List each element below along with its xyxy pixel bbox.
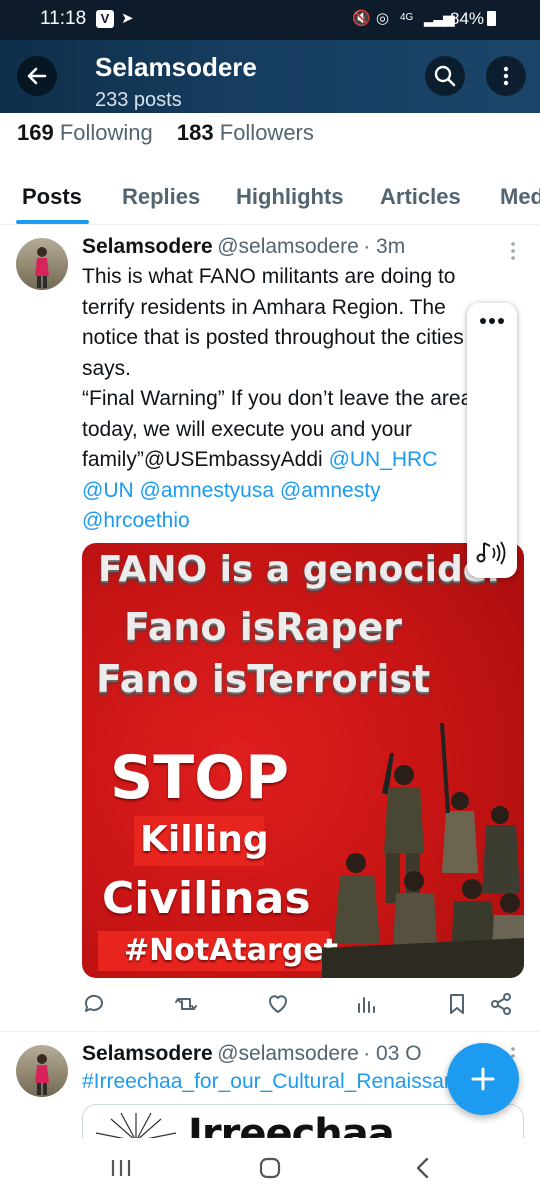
plus-icon: [471, 1067, 495, 1091]
followers-count: 183: [176, 120, 214, 145]
preview-title: Irreechaa: [188, 1111, 395, 1141]
repost-icon: [175, 998, 197, 1010]
follow-counts: 169 Following 183 Followers: [17, 120, 314, 146]
views-icon: [358, 997, 375, 1013]
mention-link[interactable]: @hrcoethio: [82, 509, 190, 532]
search-icon: [434, 65, 456, 87]
more-vertical-icon: [511, 242, 515, 260]
battery-icon: [487, 11, 496, 26]
post-text-line: terrify residents in Amhara Region. The: [82, 295, 446, 319]
mention-link[interactable]: @amnestyusa: [140, 479, 275, 502]
post-text-line: says.: [82, 356, 132, 380]
vpn-icon: V: [96, 10, 114, 28]
recent-apps-icon[interactable]: [110, 1158, 132, 1178]
tab-posts[interactable]: Posts: [22, 184, 82, 210]
views-button[interactable]: [352, 990, 380, 1018]
avatar[interactable]: [16, 1045, 68, 1097]
post-author-handle[interactable]: @selamsodere: [217, 235, 359, 258]
battery-percent: 84%: [450, 9, 485, 28]
mention-link[interactable]: @UN_HRC: [329, 448, 438, 471]
post-text: This is what FANO militants are doing to…: [82, 262, 522, 537]
back-button[interactable]: [17, 56, 57, 96]
mention-link[interactable]: @amnesty: [280, 479, 381, 502]
wifi-icon: ◎: [376, 10, 390, 27]
avatar-person-figure: [35, 247, 49, 288]
telegram-icon: ➤: [121, 10, 134, 27]
active-tab-indicator: [16, 220, 89, 224]
post-header: Selamsodere @selamsodere · 03 O: [82, 1042, 512, 1066]
post-time: · 03 O: [363, 1042, 422, 1065]
share-button[interactable]: [487, 990, 515, 1018]
post-text-line: today, we will execute you and your: [82, 417, 412, 441]
poster-line-raper: Fano isRaper: [124, 605, 403, 649]
following-link[interactable]: 169 Following: [17, 120, 153, 145]
bookmark-icon: [450, 994, 464, 1014]
heart-icon: [269, 995, 287, 1013]
profile-header: Selamsodere 233 posts: [0, 40, 540, 113]
avatar[interactable]: [16, 238, 68, 290]
signal-icon: ▂▃▅: [424, 10, 455, 27]
home-icon[interactable]: [259, 1157, 281, 1179]
post-author-handle[interactable]: @selamsodere: [217, 1042, 359, 1065]
status-time: 11:18: [40, 8, 87, 29]
following-label: Following: [59, 120, 153, 145]
more-options-button[interactable]: [486, 56, 526, 96]
profile-title: Selamsodere: [95, 52, 257, 82]
post-image[interactable]: FANO is a genocider Fano isRaper Fano is…: [82, 543, 524, 978]
poster-civilinas: Civilinas: [102, 873, 311, 924]
post-image-preview[interactable]: Irreechaa: [82, 1104, 524, 1141]
poster-hashtag: #NotAtarget: [124, 933, 338, 968]
reply-button[interactable]: [80, 990, 108, 1018]
like-button[interactable]: [264, 990, 292, 1018]
back-nav-icon[interactable]: [413, 1157, 431, 1179]
floating-media-panel[interactable]: [467, 303, 517, 578]
post-text-line: This is what FANO militants are doing to: [82, 265, 456, 288]
following-count: 169: [17, 120, 54, 145]
profile-tabs: Posts Replies Highlights Articles Media: [0, 176, 540, 225]
tab-media[interactable]: Media: [500, 184, 540, 210]
post-time: · 3m: [363, 235, 406, 258]
post-text-line: family”@USEmbassyAddi: [82, 448, 323, 471]
compose-post-button[interactable]: [447, 1043, 519, 1115]
more-vertical-icon: [503, 66, 509, 86]
followers-label: Followers: [219, 120, 314, 145]
tab-articles[interactable]: Articles: [380, 184, 461, 210]
tab-replies[interactable]: Replies: [122, 184, 200, 210]
search-button[interactable]: [425, 56, 465, 96]
post-author-name[interactable]: Selamsodere: [82, 235, 213, 258]
soldiers-photo: [322, 723, 524, 978]
post-text-line: notice that is posted throughout the cit…: [82, 326, 464, 349]
post-author-name[interactable]: Selamsodere: [82, 1042, 213, 1065]
poster-stop: STOP: [110, 743, 290, 813]
bookmark-button[interactable]: [443, 990, 471, 1018]
post-text-line: “Final Warning” If you don’t leave the a…: [82, 387, 473, 410]
audio-icon[interactable]: [476, 539, 508, 567]
mute-icon: 🔇: [352, 10, 371, 27]
post-divider: [0, 1031, 540, 1032]
posts-count: 233 posts: [95, 89, 182, 111]
arrow-left-icon: [27, 67, 47, 85]
avatar-person-figure: [35, 1054, 49, 1095]
repost-button[interactable]: [172, 990, 200, 1018]
mention-link[interactable]: @UN: [82, 479, 134, 502]
poster-killing: Killing: [140, 819, 269, 860]
followers-link[interactable]: 183 Followers: [177, 120, 314, 145]
reply-icon: [84, 994, 103, 1012]
share-icon: [491, 993, 511, 1015]
sunburst-graphic: [95, 1112, 177, 1141]
network-type: 4G: [400, 12, 414, 23]
system-navigation-bar: [0, 1138, 540, 1200]
post-header: Selamsodere @selamsodere · 3m: [82, 235, 405, 259]
poster-line-genocider: FANO is a genocider: [98, 549, 505, 590]
poster-line-terrorist: Fano isTerrorist: [96, 657, 431, 701]
tab-highlights[interactable]: Highlights: [236, 184, 344, 210]
status-bar: 11:18 V ➤ 🔇 ◎ 4G ▂▃▅ 84%: [0, 0, 540, 40]
more-horizontal-icon: [480, 318, 504, 324]
